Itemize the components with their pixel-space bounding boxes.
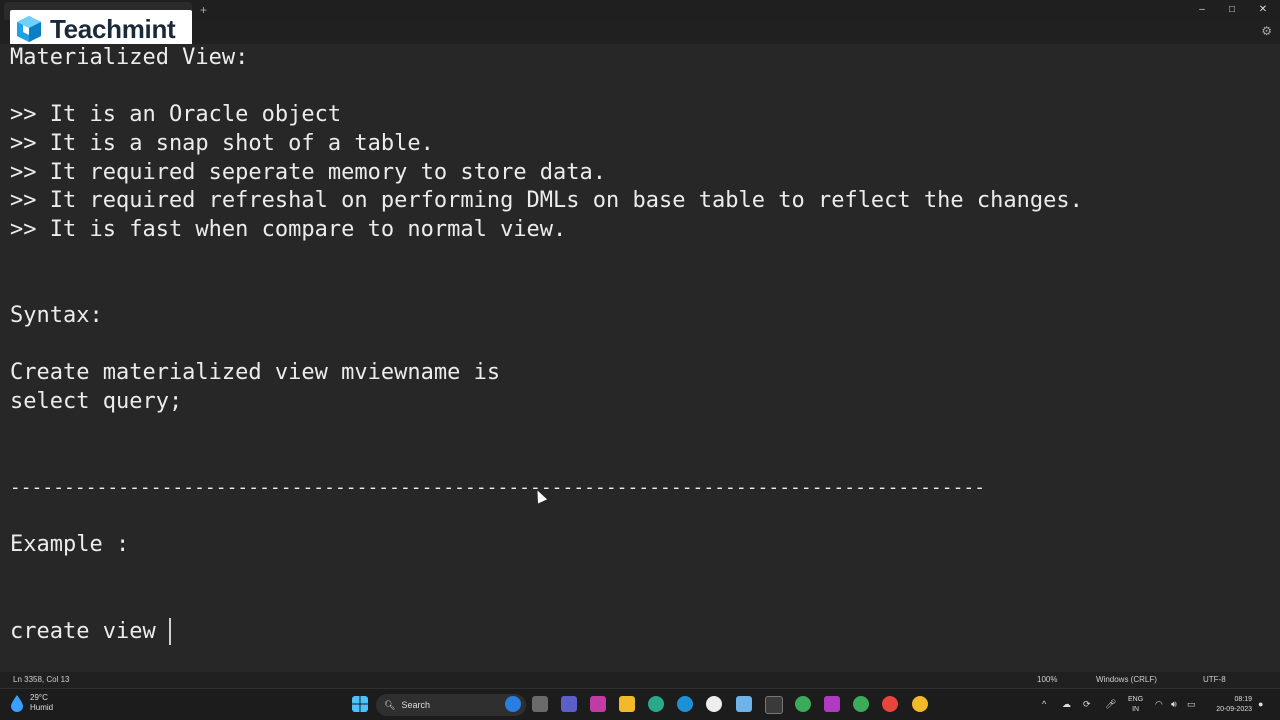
editor-line: >> It is an Oracle object bbox=[10, 102, 342, 127]
weather-temp: 29°C bbox=[30, 693, 48, 702]
editor-text-area[interactable]: Materialized View: >> It is an Oracle ob… bbox=[0, 44, 1280, 672]
weather-desc: Humid bbox=[30, 703, 54, 712]
bing-icon[interactable] bbox=[505, 696, 521, 712]
editor-line: >> It required refreshal on performing D… bbox=[10, 188, 1083, 213]
editor-line: >> It required seperate memory to store … bbox=[10, 160, 607, 185]
app-icon[interactable] bbox=[590, 696, 606, 712]
cursor-position[interactable]: Ln 3358, Col 13 bbox=[13, 672, 70, 688]
editor-line-separator: ----------------------------------------… bbox=[10, 478, 986, 498]
clock-date: 20-09-2023 bbox=[1216, 706, 1252, 713]
editor-line: Create materialized view mviewname is bbox=[10, 360, 501, 385]
onedrive-icon[interactable]: ☁ bbox=[1062, 699, 1071, 710]
editor-line: select query; bbox=[10, 389, 183, 414]
close-button[interactable]: ✕ bbox=[1248, 2, 1278, 18]
chrome-icon[interactable] bbox=[882, 696, 898, 712]
editor-line: Example : bbox=[10, 532, 130, 557]
gear-icon[interactable]: ⚙ bbox=[1261, 24, 1272, 38]
windows-start-icon[interactable] bbox=[352, 696, 368, 712]
system-clock[interactable]: 08:19 20-09-2023 bbox=[1206, 695, 1252, 715]
wifi-icon[interactable]: ◠ bbox=[1155, 699, 1163, 710]
chrome-icon[interactable] bbox=[795, 696, 811, 712]
notepad-icon[interactable] bbox=[736, 696, 752, 712]
editor-line: create view bbox=[10, 619, 169, 644]
chrome-icon[interactable] bbox=[912, 696, 928, 712]
language-code: ENG bbox=[1128, 696, 1144, 703]
line-ending[interactable]: Windows (CRLF) bbox=[1096, 672, 1157, 688]
menu-bar bbox=[0, 20, 1280, 44]
encoding[interactable]: UTF-8 bbox=[1203, 672, 1226, 688]
volume-icon[interactable]: 🔊︎ bbox=[1171, 699, 1177, 710]
minimize-button[interactable]: – bbox=[1187, 2, 1217, 18]
app-icon[interactable] bbox=[648, 696, 664, 712]
terminal-icon[interactable] bbox=[765, 696, 783, 714]
chrome-icon[interactable] bbox=[853, 696, 869, 712]
humidity-icon bbox=[11, 695, 23, 712]
sync-icon[interactable]: ⟳ bbox=[1083, 699, 1091, 710]
weather-widget[interactable]: 29°C Humid bbox=[10, 693, 53, 713]
taskbar-search[interactable]: 🔍︎ Search bbox=[376, 694, 526, 716]
search-label: Search bbox=[401, 700, 430, 710]
editor-line: >> It is fast when compare to normal vie… bbox=[10, 217, 567, 242]
status-bar: Ln 3358, Col 13 100% Windows (CRLF) UTF-… bbox=[0, 672, 1280, 688]
editor-line: Syntax: bbox=[10, 303, 103, 328]
chevron-up-icon[interactable]: ^ bbox=[1042, 699, 1046, 709]
teachmint-cube-icon bbox=[17, 16, 41, 42]
microphone-icon[interactable]: 🎤︎ bbox=[1105, 699, 1116, 710]
title-bar: + – □ ✕ bbox=[0, 0, 1280, 20]
search-icon: 🔍︎ bbox=[384, 699, 396, 710]
new-tab-button[interactable]: + bbox=[200, 2, 207, 18]
editor-line: Materialized View: bbox=[10, 45, 249, 70]
zoom-level[interactable]: 100% bbox=[1037, 672, 1057, 688]
task-view-icon[interactable] bbox=[532, 696, 548, 712]
logo-text: Teachmint bbox=[50, 13, 176, 44]
notification-icon[interactable]: ● bbox=[1258, 699, 1263, 709]
clock-time: 08:19 bbox=[1234, 696, 1252, 703]
app-icon[interactable] bbox=[824, 696, 840, 712]
app-icon[interactable] bbox=[706, 696, 722, 712]
edge-icon[interactable] bbox=[677, 696, 693, 712]
file-explorer-icon[interactable] bbox=[619, 696, 635, 712]
language-indicator[interactable]: ENG IN bbox=[1128, 695, 1143, 715]
editor-line: >> It is a snap shot of a table. bbox=[10, 131, 434, 156]
text-caret bbox=[169, 618, 171, 645]
maximize-button[interactable]: □ bbox=[1217, 2, 1247, 18]
taskbar: 29°C Humid 🔍︎ Search ^ ☁ ⟳ 🎤︎ ENG IN ◠ 🔊… bbox=[0, 688, 1280, 720]
teachmint-logo: Teachmint bbox=[10, 10, 192, 48]
chat-icon[interactable] bbox=[561, 696, 577, 712]
region-code: IN bbox=[1132, 706, 1140, 713]
battery-icon[interactable]: ▭ bbox=[1187, 699, 1196, 710]
